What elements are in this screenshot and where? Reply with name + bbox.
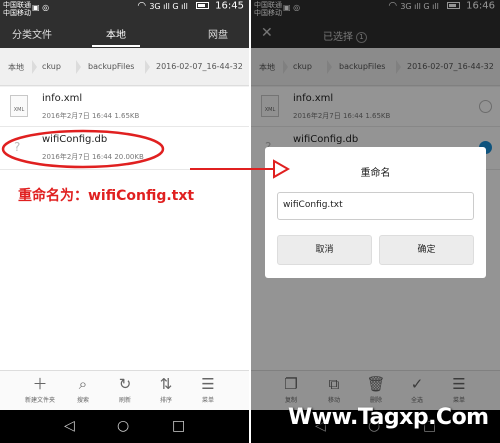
search-icon: ⌕ (78, 375, 88, 393)
confirm-button[interactable]: 确定 (379, 235, 474, 265)
watermark-text: Www.Tagxp.Com (288, 405, 489, 430)
annotation-circle (1, 129, 165, 169)
breadcrumb-separator (32, 60, 37, 74)
tab-cloud[interactable]: 网盘 (208, 26, 228, 41)
notification-icons: ▣ ◎ (32, 3, 50, 12)
breadcrumb-item[interactable]: backupFiles (88, 62, 134, 71)
breadcrumb-separator (76, 60, 81, 74)
bottom-toolbar: ＋ 新建文件夹 ⌕ 搜索 ↻ 刷新 ⇅ 排序 ☰ 菜单 (0, 370, 249, 410)
toolbar-label: 刷新 (118, 397, 131, 404)
dialog-title: 重命名 (360, 168, 391, 179)
toolbar-label: 搜索 (76, 397, 89, 404)
toolbar-label: 排序 (159, 397, 172, 404)
breadcrumb-separator (145, 60, 150, 74)
status-right: ◠ 3G ıll G ıll 16:45 (137, 0, 244, 12)
tab-local[interactable]: 本地 (106, 26, 126, 41)
breadcrumb-item[interactable]: ckup (42, 62, 61, 71)
sort-icon: ⇅ (159, 375, 173, 393)
tab-categories[interactable]: 分类文件 (12, 26, 52, 41)
file-meta: 2016年2月7日 16:44 1.65KB (42, 112, 140, 120)
system-nav-bar: ◁ ○ □ (0, 410, 249, 443)
refresh-icon: ↻ (118, 375, 132, 393)
file-name: info.xml (42, 93, 83, 104)
right-phone-screen: 中国联通 中国移动 ▣ ◎ ◠ 3G ıll G ıll 16:46 ✕ 已选择… (251, 0, 500, 443)
breadcrumb-item[interactable]: 本地 (8, 62, 24, 73)
toolbar-label: 新建文件夹 (24, 397, 55, 404)
annotation-text: 重命名为：wifiConfig.txt (18, 188, 195, 204)
back-icon[interactable]: ◁ (64, 418, 75, 434)
toolbar-label: 菜单 (201, 397, 214, 404)
annotation-arrow (190, 159, 290, 179)
carrier-2: 中国移动 (3, 9, 31, 17)
status-bar: 中国联通 中国移动 ▣ ◎ ◠ 3G ıll G ıll 16:45 (0, 0, 249, 18)
new-folder-button[interactable]: ＋ 新建文件夹 (22, 375, 58, 404)
menu-icon: ☰ (201, 375, 215, 393)
screenshot-root: 中国联通 中国移动 ▣ ◎ ◠ 3G ıll G ıll 16:45 分类文件 … (0, 0, 500, 443)
xml-file-icon: XML (10, 95, 28, 117)
search-button[interactable]: ⌕ 搜索 (65, 375, 101, 404)
active-tab-indicator (92, 45, 140, 47)
breadcrumb: 本地 ckup backupFiles 2016-02-07_16-44-32 (0, 48, 249, 86)
signal-strength: 3G ıll G ıll (149, 1, 188, 11)
battery-icon (195, 2, 209, 9)
top-bar: 中国联通 中国移动 ▣ ◎ ◠ 3G ıll G ıll 16:45 分类文件 … (0, 0, 249, 48)
list-item[interactable]: XML info.xml 2016年2月7日 16:44 1.65KB (0, 87, 249, 127)
sort-button[interactable]: ⇅ 排序 (148, 375, 184, 404)
left-phone-screen: 中国联通 中国移动 ▣ ◎ ◠ 3G ıll G ıll 16:45 分类文件 … (0, 0, 249, 443)
rename-input[interactable]: wifiConfig.txt (277, 192, 474, 220)
recents-icon[interactable]: □ (172, 418, 185, 434)
wifi-icon: ◠ (137, 0, 147, 12)
carrier-1: 中国联通 (3, 1, 31, 9)
breadcrumb-item[interactable]: 2016-02-07_16-44-32 (156, 62, 243, 71)
cancel-button[interactable]: 取消 (277, 235, 372, 265)
refresh-button[interactable]: ↻ 刷新 (107, 375, 143, 404)
rename-dialog: 重命名 wifiConfig.txt 取消 确定 (265, 147, 486, 278)
plus-icon: ＋ (32, 375, 48, 393)
home-icon[interactable]: ○ (117, 418, 129, 434)
menu-button[interactable]: ☰ 菜单 (190, 375, 226, 404)
status-time: 16:45 (215, 0, 244, 12)
carrier-info: 中国联通 中国移动 (3, 1, 31, 17)
